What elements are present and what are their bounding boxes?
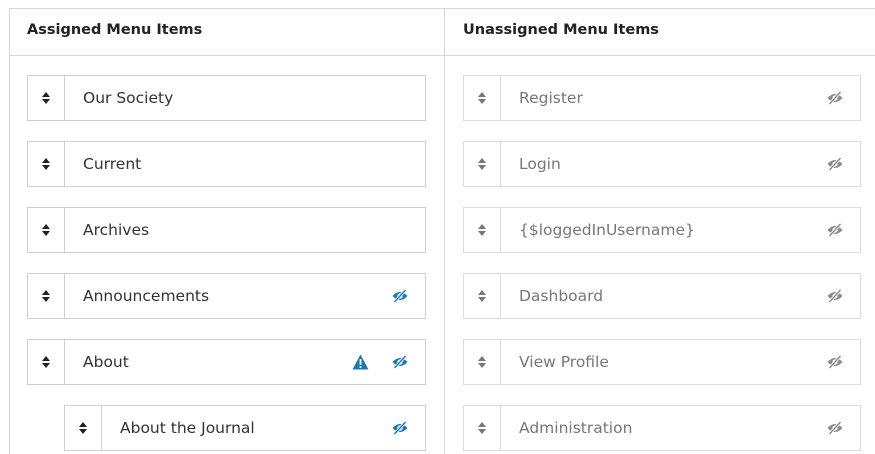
eye-slash-icon[interactable] — [826, 289, 844, 303]
assigned-item-about[interactable]: About — [27, 339, 426, 385]
menu-item-label: Register — [519, 89, 583, 107]
eye-slash-icon[interactable] — [826, 157, 844, 171]
assigned-column-title: Assigned Menu Items — [27, 22, 203, 38]
sort-icon — [478, 356, 486, 368]
assigned-item-about-the-journal[interactable]: About the Journal — [64, 405, 426, 451]
unassigned-item-register[interactable]: Register — [463, 75, 861, 121]
drag-handle[interactable] — [464, 274, 501, 318]
unassigned-item-administration[interactable]: Administration — [463, 405, 861, 451]
unassigned-item-login[interactable]: Login — [463, 141, 861, 187]
drag-handle[interactable] — [28, 76, 65, 120]
drag-handle[interactable] — [28, 274, 65, 318]
sort-icon — [478, 158, 486, 170]
sort-icon — [42, 356, 50, 368]
eye-slash-icon[interactable] — [826, 223, 844, 237]
sort-icon — [42, 92, 50, 104]
sort-icon — [478, 290, 486, 302]
menu-item-label: {$loggedInUsername} — [519, 221, 695, 239]
sort-icon — [42, 290, 50, 302]
drag-handle[interactable] — [28, 208, 65, 252]
eye-slash-icon[interactable] — [391, 421, 409, 435]
menu-item-label: Our Society — [83, 89, 174, 107]
drag-handle[interactable] — [28, 340, 65, 384]
sort-icon — [42, 158, 50, 170]
unassigned-column-title: Unassigned Menu Items — [463, 22, 659, 38]
unassigned-item-logged-in-username[interactable]: {$loggedInUsername} — [463, 207, 861, 253]
eye-slash-icon[interactable] — [391, 355, 409, 369]
sort-icon — [79, 422, 87, 434]
divider — [9, 55, 875, 56]
menu-item-label: Dashboard — [519, 287, 604, 305]
menu-item-label: About — [83, 353, 129, 371]
drag-handle[interactable] — [28, 142, 65, 186]
assigned-item-our-society[interactable]: Our Society — [27, 75, 426, 121]
drag-handle[interactable] — [464, 340, 501, 384]
assigned-item-archives[interactable]: Archives — [27, 207, 426, 253]
unassigned-item-view-profile[interactable]: View Profile — [463, 339, 861, 385]
drag-handle[interactable] — [464, 406, 501, 450]
menu-item-label: Administration — [519, 419, 633, 437]
unassigned-item-dashboard[interactable]: Dashboard — [463, 273, 861, 319]
menu-item-label: Archives — [83, 221, 150, 239]
divider — [9, 8, 10, 454]
drag-handle[interactable] — [464, 76, 501, 120]
column-divider — [444, 8, 445, 454]
menu-item-label: Login — [519, 155, 561, 173]
eye-slash-icon[interactable] — [826, 91, 844, 105]
eye-slash-icon[interactable] — [826, 355, 844, 369]
divider — [9, 8, 875, 9]
menu-item-label: About the Journal — [120, 419, 255, 437]
assigned-item-announcements[interactable]: Announcements — [27, 273, 426, 319]
menu-item-label: View Profile — [519, 353, 609, 371]
drag-handle[interactable] — [464, 208, 501, 252]
warning-icon — [352, 354, 369, 370]
eye-slash-icon[interactable] — [391, 289, 409, 303]
sort-icon — [478, 92, 486, 104]
eye-slash-icon[interactable] — [826, 421, 844, 435]
sort-icon — [42, 224, 50, 236]
sort-icon — [478, 422, 486, 434]
drag-handle[interactable] — [65, 406, 102, 450]
menu-item-label: Current — [83, 155, 142, 173]
assigned-item-current[interactable]: Current — [27, 141, 426, 187]
menu-items-panel: Assigned Menu Items Unassigned Menu Item… — [0, 0, 875, 454]
drag-handle[interactable] — [464, 142, 501, 186]
sort-icon — [478, 224, 486, 236]
menu-item-label: Announcements — [83, 287, 210, 305]
